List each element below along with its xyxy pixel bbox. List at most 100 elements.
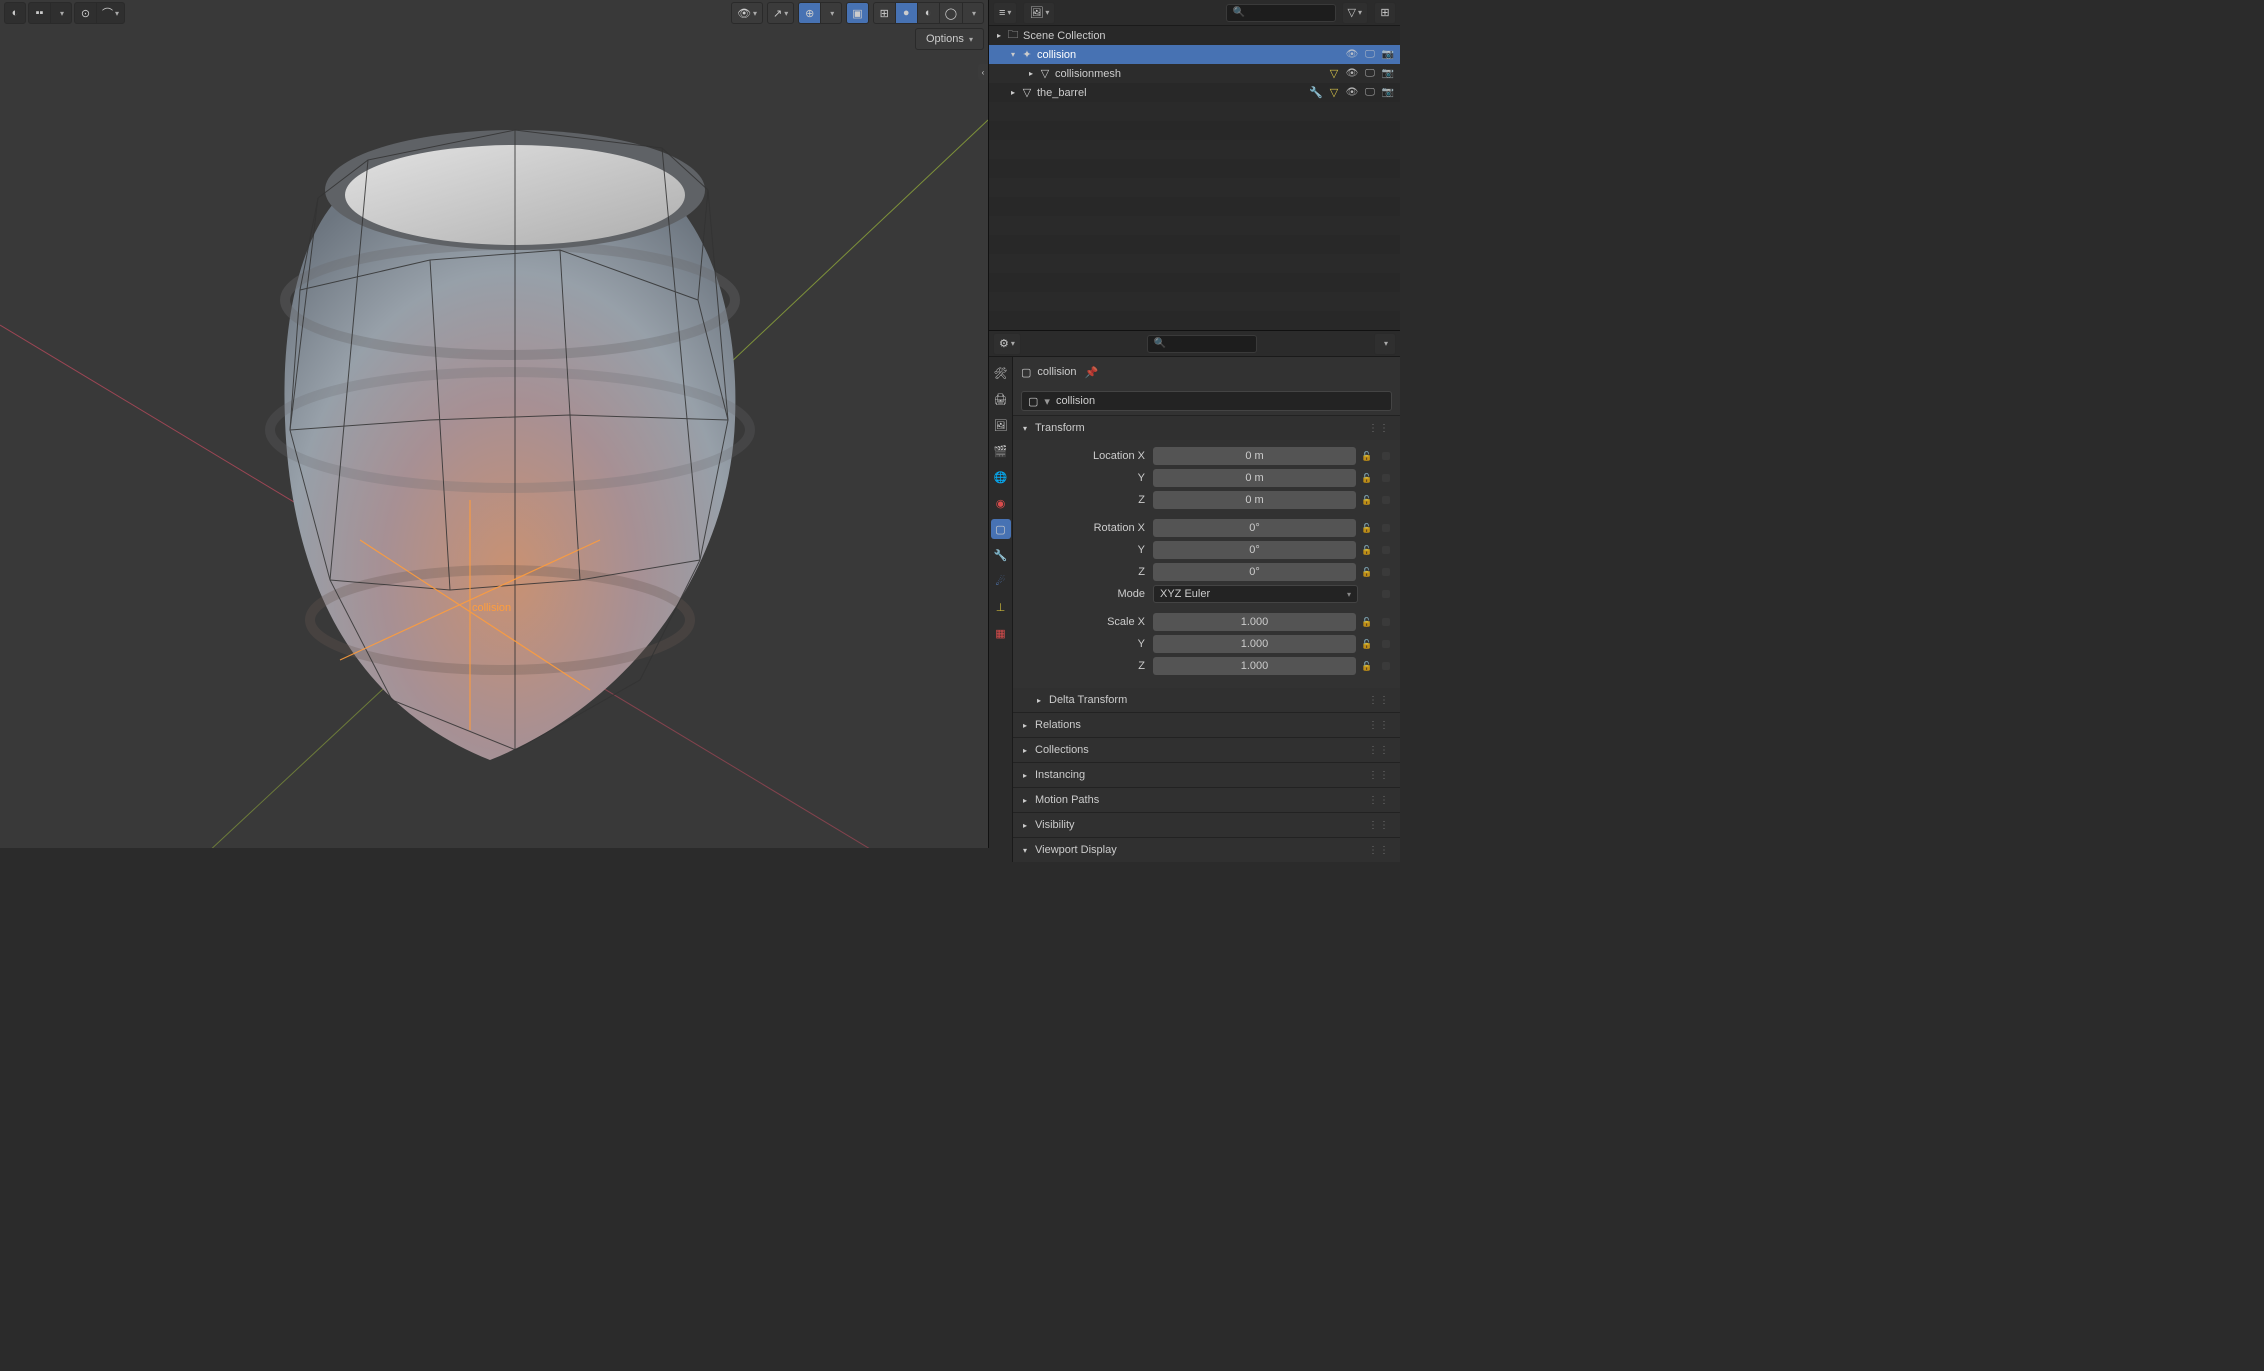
outliner-new-collection[interactable]: ⊞ [1374, 2, 1396, 24]
grip-icon[interactable]: ⋮⋮ [1368, 423, 1390, 434]
eye-icon[interactable]: 👁 [1344, 47, 1360, 63]
scale-x-field[interactable]: 1.000 [1153, 613, 1356, 631]
outliner-search[interactable] [1226, 4, 1336, 22]
keyframe-dot[interactable] [1382, 662, 1390, 670]
visibility-menu[interactable]: 👁 [731, 2, 763, 24]
rotation-mode-dropdown[interactable]: XYZ Euler [1153, 585, 1358, 603]
section-header-transform[interactable]: ▾ Transform ⋮⋮ [1013, 416, 1400, 440]
tab-world[interactable]: 🌐 [991, 467, 1011, 487]
properties-options[interactable] [1374, 333, 1396, 355]
interaction-mode-menu[interactable]: ◐ [4, 2, 26, 24]
tab-render[interactable]: 🛠 [991, 363, 1011, 383]
properties-editor-type[interactable]: ⚙ [993, 333, 1021, 355]
section-header-delta-transform[interactable]: ▸ Delta Transform ⋮⋮ [1013, 688, 1400, 712]
section-header-collections[interactable]: ▸ Collections ⋮⋮ [1013, 738, 1400, 762]
tab-viewlayer[interactable]: 🖼 [991, 415, 1011, 435]
monitor-icon[interactable]: 🖵 [1362, 85, 1378, 101]
scale-y-field[interactable]: 1.000 [1153, 635, 1356, 653]
section-header-instancing[interactable]: ▸ Instancing ⋮⋮ [1013, 763, 1400, 787]
outliner-row-collision[interactable]: ▾ ✦ collision 👁 🖵 📷 [989, 45, 1400, 64]
shading-options[interactable] [962, 2, 984, 24]
monitor-icon[interactable]: 🖵 [1362, 66, 1378, 82]
viewport-canvas[interactable] [0, 0, 988, 848]
sidebar-collapse-handle[interactable]: ‹ [978, 64, 988, 80]
lock-icon[interactable]: 🔓 [1358, 657, 1376, 675]
section-header-motion-paths[interactable]: ▸ Motion Paths ⋮⋮ [1013, 788, 1400, 812]
overlay-toggle[interactable]: ⊕ [798, 2, 820, 24]
keyframe-dot[interactable] [1382, 524, 1390, 532]
outliner-tree[interactable]: ▸ 🗀 Scene Collection ▾ ✦ collision 👁 🖵 📷 [989, 26, 1400, 330]
section-header-visibility[interactable]: ▸ Visibility ⋮⋮ [1013, 813, 1400, 837]
tab-physics[interactable]: ☄ [991, 571, 1011, 591]
keyframe-dot[interactable] [1382, 496, 1390, 504]
grip-icon[interactable]: ⋮⋮ [1368, 845, 1390, 856]
grip-icon[interactable]: ⋮⋮ [1368, 695, 1390, 706]
disclosure-icon[interactable]: ▸ [993, 31, 1005, 40]
rotation-y-field[interactable]: 0° [1153, 541, 1356, 559]
camera-icon[interactable]: 📷 [1380, 47, 1396, 63]
lock-icon[interactable]: 🔓 [1358, 635, 1376, 653]
grip-icon[interactable]: ⋮⋮ [1368, 795, 1390, 806]
xray-toggle[interactable]: ▣ [846, 2, 868, 24]
outliner-display-mode[interactable]: ≡ [993, 2, 1017, 24]
viewport-3d[interactable]: ◐ ▪▪ ⊙ ⌒ 👁 ↗ ⊕ ▣ ⊞ [0, 0, 988, 848]
outliner-view-menu[interactable]: 🖼 [1023, 2, 1055, 24]
tab-data[interactable]: ▦ [991, 623, 1011, 643]
tab-modifiers[interactable]: 🔧 [991, 545, 1011, 565]
location-x-field[interactable]: 0 m [1153, 447, 1356, 465]
gizmo-menu[interactable]: ↗ [767, 2, 794, 24]
disclosure-icon[interactable]: ▾ [1007, 50, 1019, 59]
section-header-relations[interactable]: ▸ Relations ⋮⋮ [1013, 713, 1400, 737]
object-name-field[interactable]: ▢ ▾ collision [1021, 391, 1392, 411]
lock-icon[interactable]: 🔓 [1358, 563, 1376, 581]
scale-z-field[interactable]: 1.000 [1153, 657, 1356, 675]
outliner-filter[interactable]: ▽ [1342, 2, 1368, 24]
snap-options[interactable] [50, 2, 72, 24]
outliner-row-the-barrel[interactable]: ▸ ▽ the_barrel 🔧 ▽ 👁 🖵 📷 [989, 83, 1400, 102]
tab-constraints[interactable]: ⊥ [991, 597, 1011, 617]
monitor-icon[interactable]: 🖵 [1362, 47, 1378, 63]
camera-icon[interactable]: 📷 [1380, 66, 1396, 82]
section-header-viewport-display[interactable]: ▾ Viewport Display ⋮⋮ [1013, 838, 1400, 862]
tab-output[interactable]: 🖨 [991, 389, 1011, 409]
tab-object[interactable]: ▢ [991, 519, 1011, 539]
overlay-options[interactable] [820, 2, 842, 24]
rotation-x-field[interactable]: 0° [1153, 519, 1356, 537]
tab-scene[interactable]: 🎬 [991, 441, 1011, 461]
rotation-z-field[interactable]: 0° [1153, 563, 1356, 581]
grip-icon[interactable]: ⋮⋮ [1368, 720, 1390, 731]
eye-icon[interactable]: 👁 [1344, 85, 1360, 101]
location-y-field[interactable]: 0 m [1153, 469, 1356, 487]
keyframe-dot[interactable] [1382, 590, 1390, 598]
shading-rendered[interactable]: ◯ [939, 2, 962, 24]
disclosure-icon[interactable]: ▸ [1025, 69, 1037, 78]
grip-icon[interactable]: ⋮⋮ [1368, 770, 1390, 781]
grip-icon[interactable]: ⋮⋮ [1368, 820, 1390, 831]
shading-wireframe[interactable]: ⊞ [873, 2, 895, 24]
keyframe-dot[interactable] [1382, 452, 1390, 460]
keyframe-dot[interactable] [1382, 618, 1390, 626]
shading-solid[interactable]: ● [895, 2, 917, 24]
disclosure-icon[interactable]: ▸ [1007, 88, 1019, 97]
keyframe-dot[interactable] [1382, 568, 1390, 576]
outliner-row-scene-collection[interactable]: ▸ 🗀 Scene Collection [989, 26, 1400, 45]
pin-icon[interactable]: 📌 [1083, 363, 1101, 381]
proportional-edit-toggle[interactable]: ⊙ [74, 2, 96, 24]
keyframe-dot[interactable] [1382, 474, 1390, 482]
viewport-options-button[interactable]: Options [915, 28, 984, 50]
lock-icon[interactable]: 🔓 [1358, 447, 1376, 465]
proportional-falloff[interactable]: ⌒ [96, 2, 125, 24]
shading-matpreview[interactable]: ◐ [917, 2, 939, 24]
grip-icon[interactable]: ⋮⋮ [1368, 745, 1390, 756]
lock-icon[interactable]: 🔓 [1358, 491, 1376, 509]
lock-icon[interactable]: 🔓 [1358, 541, 1376, 559]
outliner-row-collisionmesh[interactable]: ▸ ▽ collisionmesh ▽ 👁 🖵 📷 [989, 64, 1400, 83]
snap-toggle[interactable]: ▪▪ [28, 2, 50, 24]
location-z-field[interactable]: 0 m [1153, 491, 1356, 509]
keyframe-dot[interactable] [1382, 546, 1390, 554]
lock-icon[interactable]: 🔓 [1358, 519, 1376, 537]
lock-icon[interactable]: 🔓 [1358, 469, 1376, 487]
properties-search[interactable] [1147, 335, 1257, 353]
tab-collection[interactable]: ◉ [991, 493, 1011, 513]
eye-icon[interactable]: 👁 [1344, 66, 1360, 82]
